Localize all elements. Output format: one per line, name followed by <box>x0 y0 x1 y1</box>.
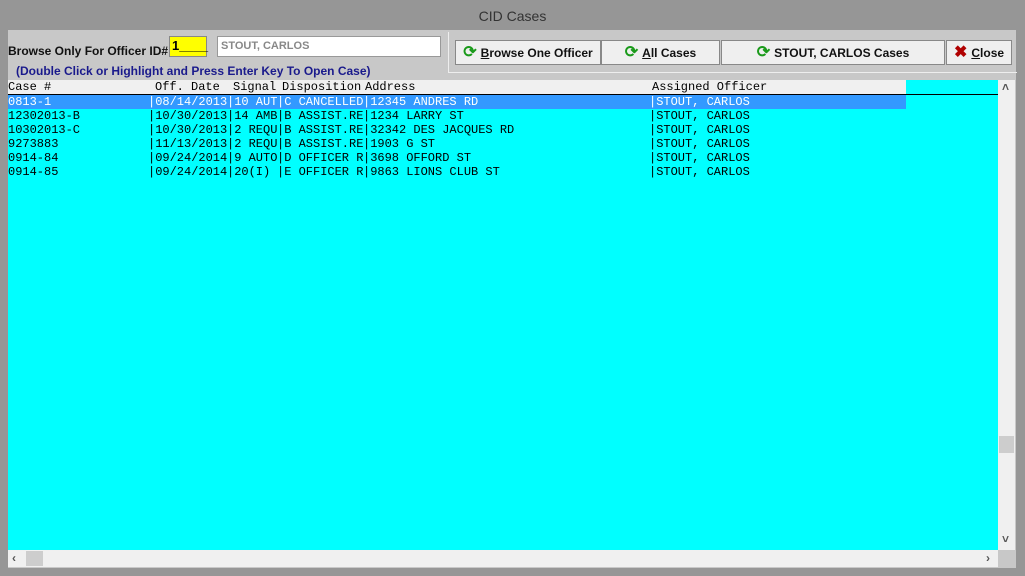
header-case[interactable]: Case # <box>8 80 51 94</box>
offense-date-cell: |11/13/2013 <box>148 137 227 151</box>
scroll-thumb[interactable] <box>999 436 1014 453</box>
address-cell: |1234 LARRY ST <box>363 109 464 123</box>
header-officer[interactable]: Assigned Officer <box>652 80 767 94</box>
assigned-officer-cell: |STOUT, CARLOS <box>649 123 750 137</box>
scroll-left-icon[interactable]: ‹ <box>12 551 16 565</box>
offense-date-cell: |09/24/2014 <box>148 165 227 179</box>
header-disposition[interactable]: Disposition <box>282 80 361 94</box>
officer-name-field: STOUT, CARLOS <box>217 36 441 57</box>
disposition-cell: |B ASSIST.RE <box>277 109 363 123</box>
header-filler <box>906 80 998 95</box>
window-title: CID Cases <box>478 8 547 24</box>
header-address[interactable]: Address <box>365 80 415 94</box>
scroll-down-icon[interactable]: ˅ <box>1002 532 1009 546</box>
label-text: rowse One Officer <box>489 45 593 60</box>
offense-date-cell: |10/30/2013 <box>148 123 227 137</box>
assigned-officer-cell: |STOUT, CARLOS <box>649 109 750 123</box>
horizontal-scrollbar[interactable]: ‹ › <box>8 550 998 567</box>
header-signal[interactable]: Signal <box>233 80 276 94</box>
address-cell: |9863 LIONS CLUB ST <box>363 165 500 179</box>
accel-key: C <box>971 45 981 60</box>
table-row[interactable]: 10302013-C |10/30/2013|2 REQU|B ASSIST.RE… <box>8 123 906 137</box>
case-number-cell: 0914-84 <box>8 151 59 165</box>
header-date[interactable]: Off. Date <box>155 80 220 94</box>
case-number-cell: 12302013-B <box>8 109 81 123</box>
cases-grid[interactable]: Case # Off. Date Signal Disposition Addr… <box>8 80 998 550</box>
case-number-cell: 9273883 <box>8 137 59 151</box>
close-button[interactable]: ✖ Close <box>946 40 1012 65</box>
refresh-icon: ⟳ <box>624 43 639 61</box>
accel-key: A <box>642 45 651 60</box>
address-cell: |3698 OFFORD ST <box>363 151 472 165</box>
assigned-officer-cell: |STOUT, CARLOS <box>649 151 750 165</box>
button-label: Browse One Officer <box>481 46 593 60</box>
grid-rows: 0813-1 |08/14/2013|10 AUT|C CANCELLED|123… <box>8 95 906 195</box>
open-case-hint: (Double Click or Highlight and Press Ent… <box>16 64 371 78</box>
disposition-cell: |B ASSIST.RE <box>277 137 363 151</box>
refresh-icon: ⟳ <box>756 43 771 61</box>
grid-header <box>8 80 906 95</box>
vertical-scrollbar[interactable]: ˄ ˅ <box>998 80 1015 550</box>
signal-cell: |2 REQU <box>227 137 277 151</box>
scroll-thumb[interactable] <box>26 551 43 566</box>
officer-cases-button[interactable]: ⟳ STOUT, CARLOS Cases <box>721 40 945 65</box>
disposition-cell: |E OFFICER R <box>277 165 363 179</box>
case-number-cell: 10302013-C <box>8 123 81 137</box>
address-cell: |1903 G ST <box>363 137 436 151</box>
scroll-right-icon[interactable]: › <box>986 551 990 565</box>
signal-cell: |20(I) <box>227 165 277 179</box>
case-number-cell: 0914-85 <box>8 165 59 179</box>
officer-id-input[interactable]: 1____ <box>169 36 208 57</box>
address-cell: |12345 ANDRES RD <box>363 95 479 109</box>
button-label: Close <box>971 46 1004 60</box>
button-label: All Cases <box>642 46 696 60</box>
disposition-cell: |C CANCELLED <box>277 95 363 109</box>
signal-cell: |9 AUTO <box>227 151 277 165</box>
main-panel: Browse Only For Officer ID# 1____ STOUT,… <box>8 30 1017 568</box>
toolbar: ⟳ Browse One Officer ⟳ All Cases ⟳ STOUT… <box>448 32 1017 73</box>
table-row[interactable]: 12302013-B |10/30/2013|14 AMB|B ASSIST.RE… <box>8 109 906 123</box>
officer-id-label: Browse Only For Officer ID# <box>8 44 169 58</box>
scroll-up-icon[interactable]: ˄ <box>1002 80 1009 94</box>
signal-cell: |10 AUT <box>227 95 277 109</box>
table-row[interactable]: 0914-84 |09/24/2014|9 AUTO|D OFFICER R|36… <box>8 151 906 165</box>
label-text: ll Cases <box>650 45 697 60</box>
offense-date-cell: |09/24/2014 <box>148 151 227 165</box>
table-row[interactable]: 9273883 |11/13/2013|2 REQU|B ASSIST.RE|19… <box>8 137 906 151</box>
case-number-cell: 0813-1 <box>8 95 52 109</box>
assigned-officer-cell: |STOUT, CARLOS <box>649 95 750 109</box>
offense-date-cell: |08/14/2013 <box>148 95 227 109</box>
close-x-icon: ✖ <box>953 43 968 61</box>
all-cases-button[interactable]: ⟳ All Cases <box>601 40 720 65</box>
address-cell: |32342 DES JACQUES RD <box>363 123 515 137</box>
offense-date-cell: |10/30/2013 <box>148 109 227 123</box>
assigned-officer-cell: |STOUT, CARLOS <box>649 137 750 151</box>
signal-cell: |2 REQU <box>227 123 277 137</box>
button-label: STOUT, CARLOS Cases <box>774 45 910 60</box>
table-row[interactable]: 0914-85 |09/24/2014|20(I) |E OFFICER R|98… <box>8 165 906 179</box>
disposition-cell: |B ASSIST.RE <box>277 123 363 137</box>
disposition-cell: |D OFFICER R <box>277 151 363 165</box>
browse-one-officer-button[interactable]: ⟳ Browse One Officer <box>455 40 601 65</box>
label-text: lose <box>980 45 1005 60</box>
refresh-icon: ⟳ <box>463 43 477 61</box>
signal-cell: |14 AMB <box>227 109 277 123</box>
assigned-officer-cell: |STOUT, CARLOS <box>649 165 750 179</box>
table-row[interactable]: 0813-1 |08/14/2013|10 AUT|C CANCELLED|123… <box>8 95 906 109</box>
